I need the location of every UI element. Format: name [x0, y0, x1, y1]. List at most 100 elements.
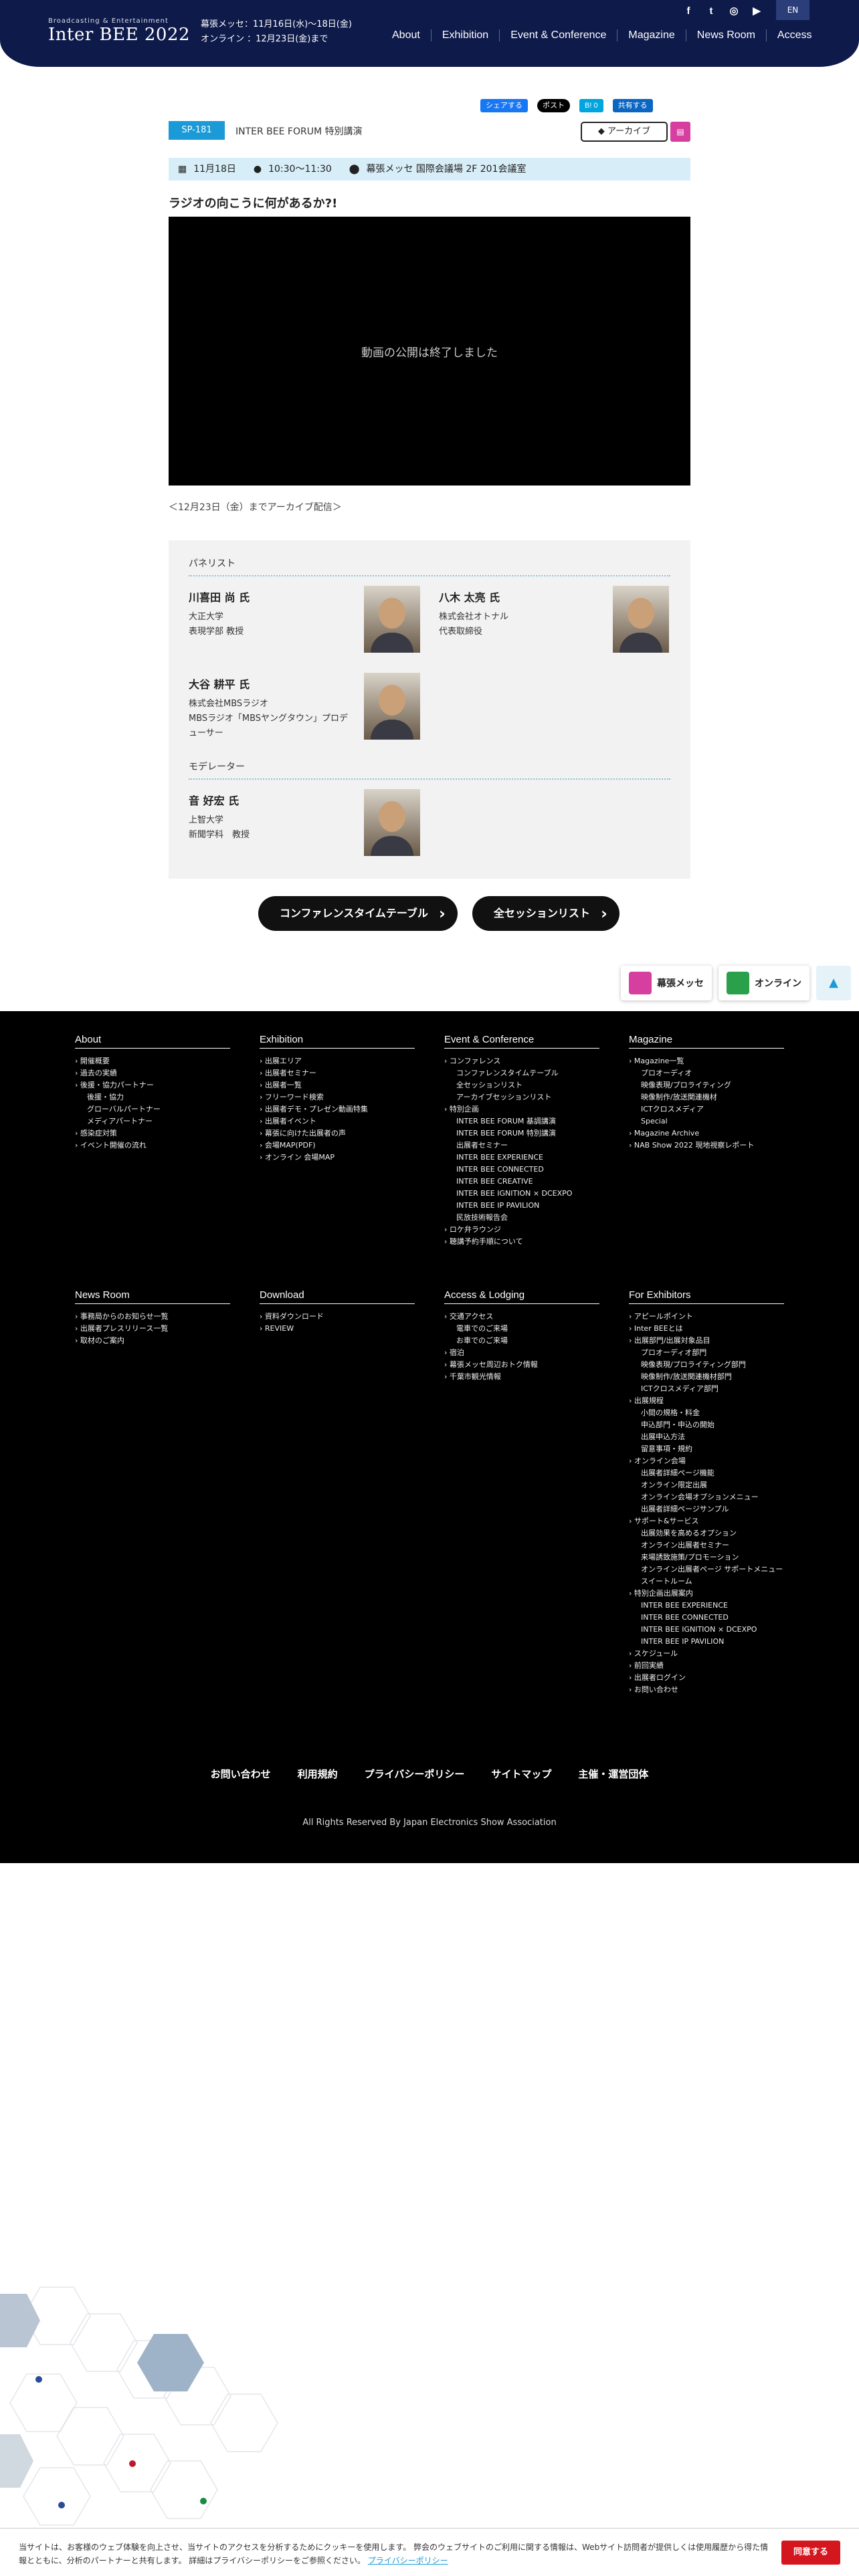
- footer-link[interactable]: 幕張メッセ周辺おトク情報: [444, 1359, 599, 1371]
- footer-link[interactable]: Magazine一覧: [629, 1055, 784, 1067]
- nav-link-about[interactable]: About: [381, 29, 431, 41]
- footer-link[interactable]: 出展者セミナー: [260, 1067, 415, 1079]
- footer-link[interactable]: プロオーディオ: [629, 1067, 784, 1079]
- makuhari-venue-button[interactable]: 幕張メッセ: [621, 966, 712, 1000]
- footer-link[interactable]: プロオーディオ部門: [629, 1347, 784, 1359]
- footer-link[interactable]: 取材のご案内: [75, 1335, 230, 1347]
- footer-link[interactable]: INTER BEE CONNECTED: [629, 1612, 784, 1624]
- footer-link[interactable]: INTER BEE EXPERIENCE: [444, 1152, 599, 1164]
- session-list-button[interactable]: 全セッションリスト: [472, 896, 619, 931]
- nav-link-magazine[interactable]: Magazine: [617, 29, 685, 41]
- footer-link[interactable]: 映像表現/プロライティング部門: [629, 1359, 784, 1371]
- footer-link[interactable]: INTER BEE IP PAVILION: [629, 1636, 784, 1648]
- youtube-icon[interactable]: ▶: [749, 4, 764, 19]
- footer-link[interactable]: オンライン会場: [629, 1455, 784, 1467]
- footer-link[interactable]: 後援・協力: [75, 1091, 230, 1103]
- footer-bottom-link[interactable]: 利用規約: [298, 1768, 338, 1780]
- footer-link[interactable]: 出展者ログイン: [629, 1672, 784, 1684]
- footer-link[interactable]: 会場MAP(PDF): [260, 1140, 415, 1152]
- footer-link[interactable]: 千葉市観光情報: [444, 1371, 599, 1383]
- footer-bottom-link[interactable]: お問い合わせ: [211, 1768, 271, 1780]
- footer-link[interactable]: 資料ダウンロード: [260, 1311, 415, 1323]
- footer-link[interactable]: 宿泊: [444, 1347, 599, 1359]
- footer-link[interactable]: REVIEW: [260, 1323, 415, 1335]
- footer-link[interactable]: 出展者イベント: [260, 1115, 415, 1128]
- footer-link[interactable]: 過去の実績: [75, 1067, 230, 1079]
- footer-link[interactable]: イベント開催の流れ: [75, 1140, 230, 1152]
- footer-link[interactable]: ICTクロスメディア: [629, 1103, 784, 1115]
- footer-link[interactable]: 出展者詳細ページサンプル: [629, 1503, 784, 1515]
- footer-link[interactable]: グローバルパートナー: [75, 1103, 230, 1115]
- logo[interactable]: Broadcasting & Entertainment Inter BEE 2…: [48, 17, 190, 45]
- footer-link[interactable]: 留意事項・規約: [629, 1443, 784, 1455]
- nav-link-news-room[interactable]: News Room: [685, 29, 766, 41]
- linkedin-share-button[interactable]: 共有する: [612, 99, 653, 112]
- x-post-button[interactable]: ポスト: [537, 99, 570, 112]
- footer-link[interactable]: 来場誘致施策/プロモーション: [629, 1551, 784, 1564]
- footer-link[interactable]: コンファレンス: [444, 1055, 599, 1067]
- footer-link[interactable]: 小間の規格・料金: [629, 1407, 784, 1419]
- footer-link[interactable]: ロケ弁ラウンジ: [444, 1224, 599, 1236]
- footer-bottom-link[interactable]: プライバシーポリシー: [365, 1768, 465, 1780]
- footer-link[interactable]: 出展効果を高めるオプション: [629, 1527, 784, 1539]
- footer-link[interactable]: 出展規程: [629, 1395, 784, 1407]
- footer-link[interactable]: INTER BEE IGNITION × DCEXPO: [444, 1188, 599, 1200]
- footer-link[interactable]: フリーワード検索: [260, 1091, 415, 1103]
- privacy-policy-link[interactable]: プライバシーポリシー: [368, 2556, 448, 2565]
- footer-link[interactable]: スイートルーム: [629, 1576, 784, 1588]
- timetable-button[interactable]: コンファレンスタイムテーブル: [258, 896, 458, 931]
- footer-link[interactable]: お問い合わせ: [629, 1684, 784, 1696]
- footer-link[interactable]: オンライン出展者セミナー: [629, 1539, 784, 1551]
- hatena-bookmark-button[interactable]: B! 0: [579, 99, 603, 112]
- nav-link-exhibition[interactable]: Exhibition: [430, 29, 499, 41]
- footer-link[interactable]: 後援・協力パートナー: [75, 1079, 230, 1091]
- footer-link[interactable]: 出展者セミナー: [444, 1140, 599, 1152]
- footer-link[interactable]: 申込部門・申込の開始: [629, 1419, 784, 1431]
- footer-link[interactable]: INTER BEE FORUM 基調講演: [444, 1115, 599, 1128]
- footer-link[interactable]: INTER BEE EXPERIENCE: [629, 1600, 784, 1612]
- facebook-icon[interactable]: f: [681, 4, 696, 19]
- footer-link[interactable]: ICTクロスメディア部門: [629, 1383, 784, 1395]
- footer-link[interactable]: INTER BEE IP PAVILION: [444, 1200, 599, 1212]
- footer-link[interactable]: オンライン限定出展: [629, 1479, 784, 1491]
- online-venue-button[interactable]: オンライン: [719, 966, 809, 1000]
- footer-link[interactable]: Inter BEEとは: [629, 1323, 784, 1335]
- footer-link[interactable]: 幕張に向けた出展者の声: [260, 1128, 415, 1140]
- back-to-top-button[interactable]: ▲: [816, 966, 851, 1000]
- language-en-button[interactable]: EN: [776, 0, 809, 20]
- cookie-agree-button[interactable]: 同意する: [781, 2541, 840, 2565]
- footer-bottom-link[interactable]: サイトマップ: [491, 1768, 551, 1780]
- footer-link[interactable]: 交通アクセス: [444, 1311, 599, 1323]
- footer-bottom-link[interactable]: 主催・運営団体: [578, 1768, 648, 1780]
- footer-link[interactable]: INTER BEE FORUM 特別講演: [444, 1128, 599, 1140]
- footer-link[interactable]: コンファレンスタイムテーブル: [444, 1067, 599, 1079]
- footer-link[interactable]: スケジュール: [629, 1648, 784, 1660]
- nav-link-access[interactable]: Access: [765, 29, 823, 41]
- footer-link[interactable]: 映像制作/放送関連機材: [629, 1091, 784, 1103]
- facebook-share-button[interactable]: シェアする: [480, 99, 528, 112]
- footer-link[interactable]: 特別企画: [444, 1103, 599, 1115]
- footer-link[interactable]: INTER BEE CREATIVE: [444, 1176, 599, 1188]
- archive-button[interactable]: ◆ アーカイブ: [581, 122, 668, 142]
- footer-link[interactable]: INTER BEE IGNITION × DCEXPO: [629, 1624, 784, 1636]
- footer-link[interactable]: オンライン会場オプションメニュー: [629, 1491, 784, 1503]
- footer-link[interactable]: 映像制作/放送関連機材部門: [629, 1371, 784, 1383]
- footer-link[interactable]: Special: [629, 1115, 784, 1128]
- footer-link[interactable]: メディアパートナー: [75, 1115, 230, 1128]
- footer-link[interactable]: 映像表現/プロライティング: [629, 1079, 784, 1091]
- footer-link[interactable]: 出展者プレスリリース一覧: [75, 1323, 230, 1335]
- footer-link[interactable]: 聴講予約手順について: [444, 1236, 599, 1248]
- footer-link[interactable]: 出展エリア: [260, 1055, 415, 1067]
- footer-link[interactable]: 民放技術報告会: [444, 1212, 599, 1224]
- instagram-icon[interactable]: ◎: [727, 4, 741, 19]
- footer-link[interactable]: アピールポイント: [629, 1311, 784, 1323]
- footer-link[interactable]: お車でのご来場: [444, 1335, 599, 1347]
- footer-link[interactable]: オンライン出展者ページ サポートメニュー: [629, 1564, 784, 1576]
- footer-link[interactable]: 出展者デモ・プレゼン動画特集: [260, 1103, 415, 1115]
- footer-link[interactable]: 全セッションリスト: [444, 1079, 599, 1091]
- footer-link[interactable]: 事務局からのお知らせ一覧: [75, 1311, 230, 1323]
- footer-link[interactable]: Magazine Archive: [629, 1128, 784, 1140]
- footer-link[interactable]: 特別企画出展案内: [629, 1588, 784, 1600]
- footer-link[interactable]: 出展申込方法: [629, 1431, 784, 1443]
- footer-link[interactable]: INTER BEE CONNECTED: [444, 1164, 599, 1176]
